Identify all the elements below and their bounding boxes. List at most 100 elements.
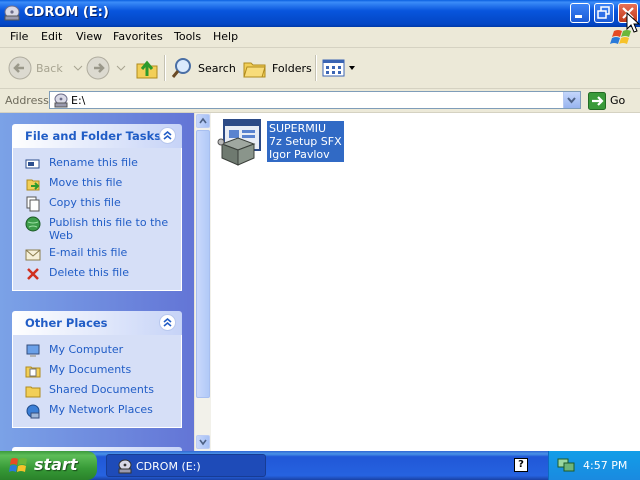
scroll-down-button[interactable] [196, 435, 210, 449]
forward-button[interactable] [86, 54, 126, 82]
menu-help[interactable]: Help [213, 30, 238, 43]
network-tray-icon[interactable] [557, 457, 575, 473]
views-button[interactable] [322, 54, 356, 82]
chevron-up-double-icon [163, 317, 172, 327]
menu-tools[interactable]: Tools [174, 30, 201, 43]
file-author: Igor Pavlov [269, 148, 330, 161]
menu-bar: File Edit View Favorites Tools Help [0, 27, 640, 48]
menu-edit[interactable]: Edit [41, 30, 62, 43]
toolbar-separator [315, 55, 317, 81]
place-label: Shared Documents [49, 383, 154, 396]
cdrom-drive-icon [118, 459, 132, 474]
chevron-up-double-icon [163, 130, 172, 140]
task-label: Move this file [49, 176, 123, 189]
collapse-button[interactable] [159, 127, 176, 144]
chevron-down-icon [349, 66, 355, 70]
file-description: 7z Setup SFX [269, 135, 342, 148]
chevron-down-icon [567, 97, 576, 104]
go-label: Go [610, 94, 626, 107]
publish-web-icon [25, 216, 41, 232]
task-email-file[interactable]: E-mail this file [13, 244, 181, 264]
address-input[interactable]: E:\ [49, 91, 581, 109]
task-label: Publish this file to the Web [49, 216, 169, 242]
address-value: E:\ [71, 94, 86, 107]
task-delete-file[interactable]: Delete this file [13, 264, 181, 284]
up-folder-button[interactable] [134, 54, 160, 82]
place-label: My Documents [49, 363, 132, 376]
place-my-network-places[interactable]: My Network Places [13, 401, 181, 421]
place-my-documents[interactable]: My Documents [13, 361, 181, 381]
place-my-computer[interactable]: My Computer [13, 341, 181, 361]
file-name: SUPERMIU [269, 122, 327, 135]
task-copy-file[interactable]: Copy this file [13, 194, 181, 214]
email-icon [25, 249, 41, 261]
task-label: Rename this file [49, 156, 138, 169]
cdrom-drive-icon [4, 5, 20, 21]
task-rename-file[interactable]: Rename this file [13, 154, 181, 174]
forward-arrow-icon [86, 56, 110, 80]
scroll-up-button[interactable] [196, 114, 210, 128]
file-label[interactable]: SUPERMIU 7z Setup SFX Igor Pavlov [267, 121, 344, 162]
other-places-panel: Other Places My Computer My Documents Sh… [12, 311, 182, 428]
panel-title: File and Folder Tasks [25, 129, 162, 143]
search-icon [171, 58, 191, 78]
back-label: Back [36, 61, 63, 75]
system-tray: 4:57 PM [548, 451, 640, 480]
vertical-scrollbar[interactable] [194, 113, 211, 451]
panel-body: Rename this file Move this file Copy thi… [12, 148, 182, 291]
taskbar-window-label: CDROM (E:) [136, 460, 201, 473]
restore-icon [597, 6, 610, 19]
help-icon[interactable]: ? [514, 458, 528, 472]
back-arrow-icon [8, 56, 32, 80]
scroll-thumb[interactable] [196, 130, 210, 398]
back-button[interactable]: Back [8, 54, 83, 82]
toolbar-separator [164, 55, 166, 81]
task-label: Delete this file [49, 266, 129, 279]
standard-toolbar: Back Search Folders [0, 48, 640, 89]
taskbar: start CDROM (E:) ? 4:57 PM [0, 451, 640, 480]
task-publish-web[interactable]: Publish this file to the Web [13, 214, 181, 244]
task-label: E-mail this file [49, 246, 128, 259]
search-button[interactable]: Search [170, 54, 236, 82]
folders-button[interactable]: Folders [242, 54, 312, 82]
network-places-icon [26, 404, 40, 419]
move-icon [26, 179, 40, 191]
menu-view[interactable]: View [76, 30, 102, 43]
place-shared-documents[interactable]: Shared Documents [13, 381, 181, 401]
start-button[interactable]: start [0, 451, 97, 480]
task-label: Copy this file [49, 196, 121, 209]
address-label: Address [5, 94, 49, 107]
go-arrow-icon [588, 91, 606, 110]
shared-documents-icon [25, 386, 41, 398]
delete-icon [27, 268, 39, 280]
panel-title: Other Places [25, 316, 108, 330]
minimize-icon [575, 15, 582, 18]
mouse-cursor-icon [626, 12, 640, 33]
search-label: Search [198, 61, 236, 75]
chevron-up-icon [199, 117, 207, 124]
my-documents-icon [25, 366, 41, 378]
task-pane: File and Folder Tasks Rename this file M… [0, 113, 194, 451]
clock: 4:57 PM [583, 459, 628, 472]
minimize-button[interactable] [570, 3, 590, 23]
panel-body: My Computer My Documents Shared Document… [12, 335, 182, 428]
collapse-button[interactable] [159, 314, 176, 331]
folders-label: Folders [272, 61, 312, 75]
restore-button[interactable] [594, 3, 614, 23]
menu-favorites[interactable]: Favorites [113, 30, 163, 43]
folders-icon [243, 62, 266, 78]
go-button[interactable]: Go [588, 91, 625, 110]
setup-file-icon[interactable] [216, 118, 264, 170]
title-bar[interactable]: CDROM (E:) [0, 0, 640, 27]
cdrom-drive-icon [54, 93, 68, 108]
panel-header[interactable]: Other Places [12, 311, 182, 335]
rename-icon [25, 159, 40, 169]
panel-header[interactable]: File and Folder Tasks [12, 124, 182, 148]
task-move-file[interactable]: Move this file [13, 174, 181, 194]
taskbar-window-button[interactable]: CDROM (E:) [106, 454, 266, 477]
start-label: start [34, 455, 78, 474]
window-title: CDROM (E:) [24, 5, 109, 20]
address-dropdown-button[interactable] [563, 92, 580, 108]
copy-icon [26, 196, 40, 212]
menu-file[interactable]: File [10, 30, 28, 43]
